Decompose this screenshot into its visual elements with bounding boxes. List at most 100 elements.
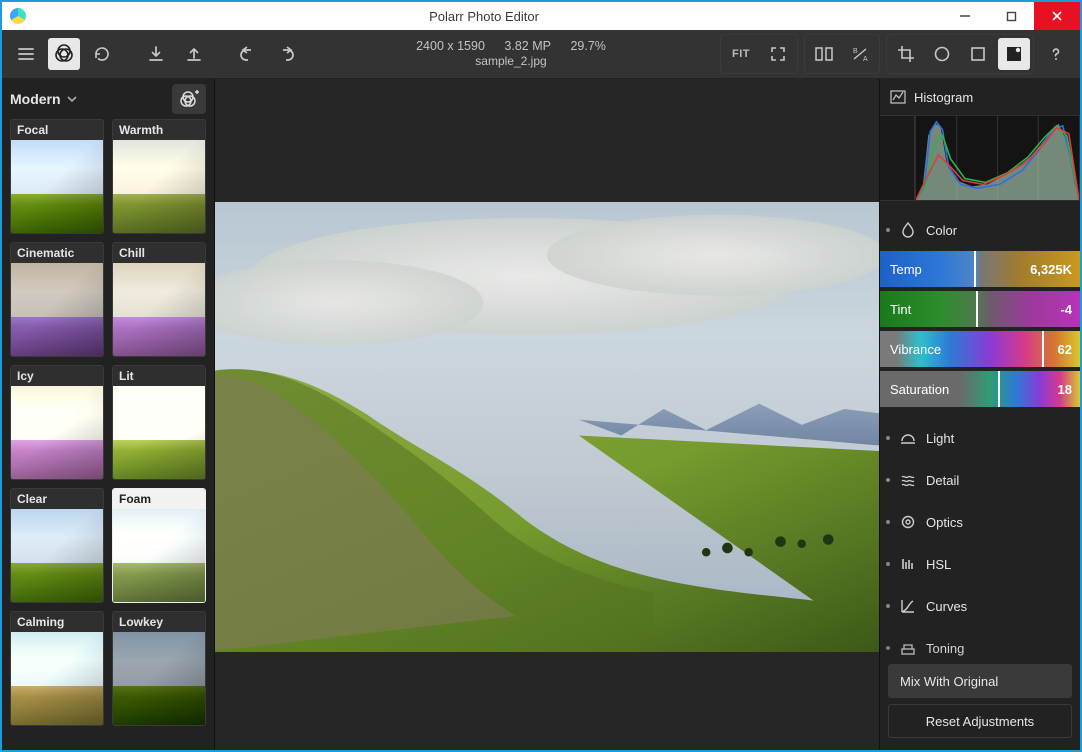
filter-tile-icy[interactable]: Icy bbox=[10, 365, 104, 480]
filter-thumbnail bbox=[113, 263, 205, 356]
filter-tile-clear[interactable]: Clear bbox=[10, 488, 104, 603]
filter-tile-lit[interactable]: Lit bbox=[112, 365, 206, 480]
section-curves[interactable]: Curves bbox=[880, 585, 1080, 627]
window-close-button[interactable] bbox=[1034, 2, 1080, 30]
filter-label: Clear bbox=[11, 489, 103, 509]
histogram-label: Histogram bbox=[914, 90, 973, 105]
svg-text:A: A bbox=[863, 56, 868, 63]
history-icon bbox=[92, 44, 112, 64]
download-icon bbox=[146, 44, 166, 64]
curves-icon bbox=[900, 598, 916, 614]
add-filter-button[interactable] bbox=[172, 84, 206, 114]
add-filter-icon bbox=[178, 89, 200, 109]
section-color[interactable]: Color bbox=[880, 209, 1080, 251]
reset-adjustments-button[interactable]: Reset Adjustments bbox=[888, 704, 1072, 738]
mix-with-original-button[interactable]: Mix With Original bbox=[888, 664, 1072, 698]
square-icon bbox=[969, 45, 987, 63]
venn-icon bbox=[53, 43, 75, 65]
window-maximize-button[interactable] bbox=[988, 2, 1034, 30]
histogram[interactable] bbox=[880, 115, 1080, 201]
compare-button[interactable] bbox=[808, 38, 840, 70]
filter-thumbnail bbox=[11, 509, 103, 602]
section-hsl[interactable]: HSL bbox=[880, 543, 1080, 585]
filter-thumbnail bbox=[113, 386, 205, 479]
fit-button[interactable]: FIT bbox=[724, 38, 758, 70]
image-filename: sample_2.jpg bbox=[475, 54, 546, 69]
sun-icon bbox=[900, 430, 916, 446]
histogram-icon bbox=[890, 90, 906, 104]
filter-label: Cinematic bbox=[11, 243, 103, 263]
histogram-header: Histogram bbox=[880, 79, 1080, 115]
window-controls bbox=[942, 2, 1080, 30]
toning-icon bbox=[900, 640, 916, 656]
detail-icon bbox=[900, 472, 916, 488]
help-button[interactable] bbox=[1040, 38, 1072, 70]
section-optics[interactable]: Optics bbox=[880, 501, 1080, 543]
before-after-button[interactable]: BA bbox=[844, 38, 876, 70]
canvas-area[interactable] bbox=[215, 79, 879, 750]
toolbar-info: 2400 x 1590 3.82 MP 29.7% sample_2.jpg bbox=[308, 39, 714, 70]
section-light[interactable]: Light bbox=[880, 417, 1080, 459]
menu-button[interactable] bbox=[10, 38, 42, 70]
slider-vibrance[interactable]: Vibrance 62 bbox=[880, 331, 1080, 367]
radial-tool-button[interactable] bbox=[926, 38, 958, 70]
history-button[interactable] bbox=[86, 38, 118, 70]
filter-tile-cinematic[interactable]: Cinematic bbox=[10, 242, 104, 357]
filter-thumbnail bbox=[11, 140, 103, 233]
window-minimize-button[interactable] bbox=[942, 2, 988, 30]
hamburger-icon bbox=[16, 44, 36, 64]
filter-label: Lit bbox=[113, 366, 205, 386]
optics-icon bbox=[900, 514, 916, 530]
svg-text:B: B bbox=[853, 48, 858, 55]
filter-tile-calming[interactable]: Calming bbox=[10, 611, 104, 726]
adjust-panel-button[interactable] bbox=[998, 38, 1030, 70]
section-detail[interactable]: Detail bbox=[880, 459, 1080, 501]
undo-button[interactable] bbox=[232, 38, 264, 70]
filter-label: Lowkey bbox=[113, 612, 205, 632]
window-titlebar: Polarr Photo Editor bbox=[2, 2, 1080, 30]
import-button[interactable] bbox=[140, 38, 172, 70]
redo-icon bbox=[276, 44, 296, 64]
crop-tool-button[interactable] bbox=[890, 38, 922, 70]
filter-label: Focal bbox=[11, 120, 103, 140]
slider-saturation[interactable]: Saturation 18 bbox=[880, 371, 1080, 407]
filter-label: Icy bbox=[11, 366, 103, 386]
filter-category-dropdown[interactable]: Modern bbox=[10, 91, 77, 107]
filter-label: Foam bbox=[113, 489, 205, 509]
filter-grid: Focal Warmth Cinematic Chill Icy Lit Clear Foam… bbox=[10, 119, 206, 726]
color-sliders: Temp 6,325K Tint -4 Vibrance 62 Saturati… bbox=[880, 251, 1080, 417]
circle-icon bbox=[933, 45, 951, 63]
filter-label: Calming bbox=[11, 612, 103, 632]
filter-tile-warmth[interactable]: Warmth bbox=[112, 119, 206, 234]
window-title: Polarr Photo Editor bbox=[26, 9, 942, 24]
gradient-tool-button[interactable] bbox=[962, 38, 994, 70]
undo-icon bbox=[238, 44, 258, 64]
adjustments-panel: Histogram Color bbox=[879, 79, 1080, 750]
filters-panel-button[interactable] bbox=[48, 38, 80, 70]
filter-thumbnail bbox=[11, 263, 103, 356]
image-zoom: 29.7% bbox=[570, 39, 605, 53]
filter-label: Warmth bbox=[113, 120, 205, 140]
help-icon bbox=[1047, 45, 1065, 63]
image-megapixels: 3.82 MP bbox=[504, 39, 551, 53]
app-body: Modern Focal Warmth Cinematic Chill Icy Lit Cl… bbox=[2, 79, 1080, 750]
filter-tile-lowkey[interactable]: Lowkey bbox=[112, 611, 206, 726]
filter-tile-foam[interactable]: Foam bbox=[112, 488, 206, 603]
slider-tint[interactable]: Tint -4 bbox=[880, 291, 1080, 327]
fullscreen-icon bbox=[769, 45, 787, 63]
filter-tile-chill[interactable]: Chill bbox=[112, 242, 206, 357]
upload-icon bbox=[184, 44, 204, 64]
redo-button[interactable] bbox=[270, 38, 302, 70]
adjust-icon bbox=[1005, 45, 1023, 63]
slider-temp[interactable]: Temp 6,325K bbox=[880, 251, 1080, 287]
export-button[interactable] bbox=[178, 38, 210, 70]
fullscreen-button[interactable] bbox=[762, 38, 794, 70]
app-icon bbox=[10, 8, 26, 24]
filter-tile-focal[interactable]: Focal bbox=[10, 119, 104, 234]
droplet-icon bbox=[900, 222, 916, 238]
filters-panel: Modern Focal Warmth Cinematic Chill Icy Lit Cl… bbox=[2, 79, 215, 750]
main-toolbar: 2400 x 1590 3.82 MP 29.7% sample_2.jpg F… bbox=[2, 30, 1080, 79]
filter-thumbnail bbox=[11, 632, 103, 725]
crop-icon bbox=[897, 45, 915, 63]
edited-image bbox=[215, 202, 879, 652]
